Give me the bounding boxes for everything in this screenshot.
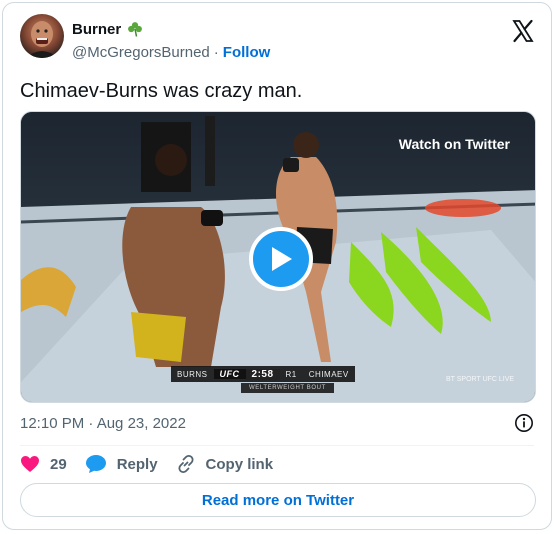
play-button[interactable]	[249, 227, 313, 291]
round-indicator: R1	[285, 369, 297, 379]
author-avatar[interactable]	[20, 14, 64, 58]
heart-icon	[21, 456, 39, 472]
watch-on-twitter-label[interactable]: Watch on Twitter	[399, 136, 510, 152]
info-icon[interactable]	[514, 413, 534, 433]
reply-button[interactable]: Reply	[85, 454, 158, 474]
fighter-right: CHIMAEV	[308, 369, 349, 379]
division-label: WELTERWEIGHT BOUT	[241, 383, 334, 393]
x-logo-icon[interactable]	[511, 19, 535, 43]
author-name[interactable]: Burner	[72, 21, 121, 38]
video-thumbnail[interactable]: Watch on Twitter BURNS UFC 2:58 R1 CHIMA…	[20, 111, 536, 403]
fight-clock: 2:58	[245, 368, 280, 380]
divider	[20, 445, 534, 446]
copy-link-label: Copy link	[205, 455, 274, 473]
broadcaster-logo: BT SPORT UFC LIVE	[446, 376, 515, 383]
tweet-text: Chimaev-Burns was crazy man.	[20, 80, 303, 102]
like-count: 29	[50, 455, 67, 473]
tweet-timestamp[interactable]: 12:10 PM · Aug 23, 2022	[20, 415, 186, 432]
author-handle[interactable]: @McGregorsBurned	[72, 44, 210, 61]
tweet-card: Burner @McGregorsBurned · Follow Chimaev…	[2, 2, 552, 530]
read-more-button[interactable]: Read more on Twitter	[20, 483, 536, 517]
play-icon	[272, 247, 292, 271]
handle-separator: ·	[213, 44, 219, 61]
league-label: UFC	[213, 369, 246, 379]
like-button[interactable]: 29	[20, 455, 67, 473]
shamrock-icon	[128, 22, 143, 37]
reply-label: Reply	[116, 455, 158, 473]
action-bar: 29 Reply Copy link	[20, 452, 291, 476]
fighter-left: BURNS	[177, 369, 208, 379]
scorebug: BURNS UFC 2:58 R1 CHIMAEV	[171, 366, 355, 382]
link-icon	[178, 454, 194, 474]
follow-button[interactable]: Follow	[223, 44, 271, 61]
reply-bubble-icon	[85, 455, 106, 473]
copy-link-button[interactable]: Copy link	[176, 454, 274, 474]
